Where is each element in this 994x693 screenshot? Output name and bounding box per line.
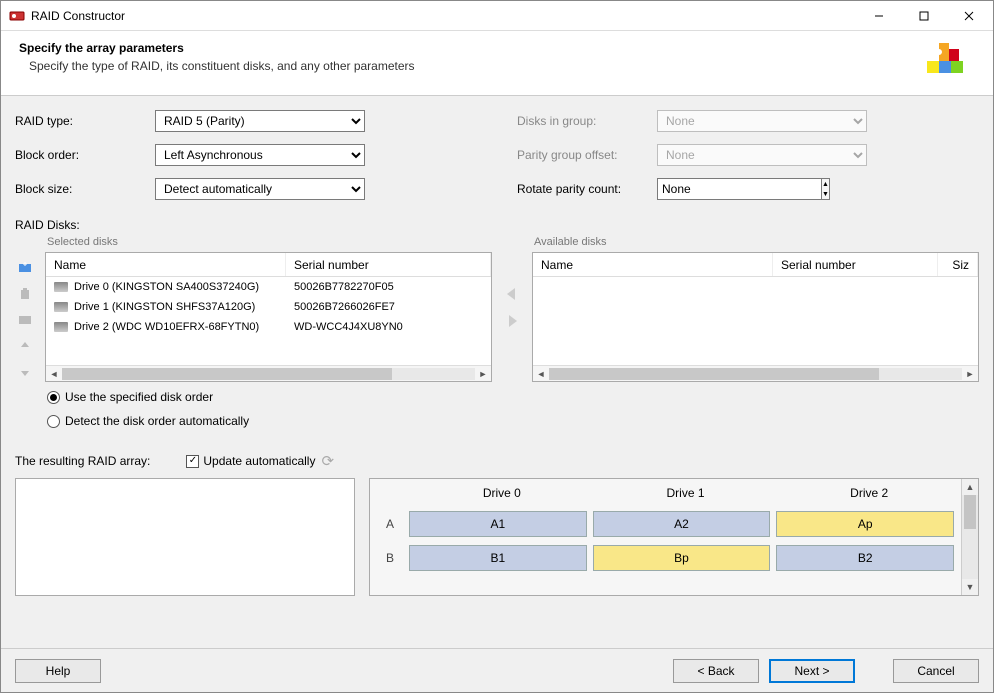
selected-disk-tools	[15, 236, 37, 382]
col-serial[interactable]: Serial number	[286, 253, 491, 276]
drive-name: Drive 0 (KINGSTON SA400S37240G)	[74, 281, 259, 293]
spinner-down-icon[interactable]: ▼	[822, 189, 829, 199]
scroll-left-icon[interactable]: ◄	[533, 369, 549, 379]
page-description: Specify the type of RAID, its constituen…	[19, 59, 921, 73]
puzzle-icon	[921, 41, 969, 81]
layout-row-label: B	[374, 551, 406, 565]
disks-in-group-select: None	[657, 110, 867, 132]
selected-disks-caption: Selected disks	[45, 236, 492, 248]
parity-block: Ap	[776, 511, 954, 537]
disk-file-icon[interactable]	[15, 310, 35, 330]
move-left-icon[interactable]	[503, 286, 521, 305]
available-hscroll[interactable]: ◄ ►	[533, 365, 978, 381]
scroll-up-icon[interactable]: ▲	[962, 479, 978, 495]
move-down-icon[interactable]	[15, 362, 35, 382]
drive-icon	[54, 302, 68, 312]
rotate-parity-label: Rotate parity count:	[517, 182, 657, 196]
col-name[interactable]: Name	[533, 253, 773, 276]
scroll-right-icon[interactable]: ►	[962, 369, 978, 379]
drive-serial: 50026B7266026FE7	[286, 301, 491, 313]
refresh-icon[interactable]: ⟳	[321, 452, 334, 470]
col-serial[interactable]: Serial number	[773, 253, 938, 276]
wizard-header: Specify the array parameters Specify the…	[1, 31, 993, 96]
next-button[interactable]: Next >	[769, 659, 855, 683]
resulting-array-label: The resulting RAID array:	[15, 454, 150, 468]
close-button[interactable]	[946, 2, 991, 30]
page-title: Specify the array parameters	[19, 41, 921, 55]
back-button[interactable]: < Back	[673, 659, 759, 683]
table-row[interactable]: Drive 1 (KINGSTON SHFS37A120G) 50026B7266…	[46, 297, 491, 317]
wizard-footer: Help < Back Next > Cancel	[1, 648, 993, 692]
available-disks-grid[interactable]: Name Serial number Siz ◄ ►	[532, 252, 979, 382]
window: RAID Constructor Specify the array param…	[0, 0, 994, 693]
rotate-parity-input[interactable]	[657, 178, 822, 200]
minimize-button[interactable]	[856, 2, 901, 30]
help-button[interactable]: Help	[15, 659, 101, 683]
raid-disks-label: RAID Disks:	[15, 218, 979, 232]
data-block: A2	[593, 511, 771, 537]
layout-row: AA1A2Ap	[370, 507, 961, 541]
drive-serial: WD-WCC4J4XU8YN0	[286, 321, 491, 333]
window-controls	[856, 2, 991, 30]
parity-block: Bp	[593, 545, 771, 571]
table-row[interactable]: Drive 0 (KINGSTON SA400S37240G) 50026B778…	[46, 277, 491, 297]
titlebar: RAID Constructor	[1, 1, 993, 31]
layout-diagram: Drive 0Drive 1Drive 2 AA1A2ApBB1BpB2 ▲ ▼	[369, 478, 979, 596]
col-name[interactable]: Name	[46, 253, 286, 276]
layout-vscroll[interactable]: ▲ ▼	[961, 479, 978, 595]
scroll-left-icon[interactable]: ◄	[46, 369, 62, 379]
layout-col-header: Drive 2	[777, 486, 961, 500]
layout-col-header: Drive 1	[594, 486, 778, 500]
maximize-button[interactable]	[901, 2, 946, 30]
block-size-label: Block size:	[15, 182, 155, 196]
order-specified-label: Use the specified disk order	[65, 390, 213, 404]
disks-in-group-label: Disks in group:	[517, 114, 657, 128]
spinner-up-icon[interactable]: ▲	[822, 179, 829, 189]
drive-icon	[54, 322, 68, 332]
block-order-label: Block order:	[15, 148, 155, 162]
radio-icon	[47, 415, 60, 428]
app-icon	[9, 8, 25, 24]
rotate-parity-spinner[interactable]: ▲ ▼	[657, 178, 817, 200]
table-row[interactable]: Drive 2 (WDC WD10EFRX-68FYTN0) WD-WCC4J4X…	[46, 317, 491, 337]
layout-row-label: A	[374, 517, 406, 531]
order-specified-radio[interactable]: Use the specified disk order	[47, 390, 979, 404]
delete-disk-icon[interactable]	[15, 284, 35, 304]
layout-row: BB1BpB2	[370, 541, 961, 575]
scroll-right-icon[interactable]: ►	[475, 369, 491, 379]
update-auto-checkbox[interactable]	[186, 455, 199, 468]
drive-name: Drive 1 (KINGSTON SHFS37A120G)	[74, 301, 255, 313]
raid-type-label: RAID type:	[15, 114, 155, 128]
drive-name: Drive 2 (WDC WD10EFRX-68FYTN0)	[74, 321, 259, 333]
move-up-icon[interactable]	[15, 336, 35, 356]
radio-icon	[47, 391, 60, 404]
block-size-select[interactable]: Detect automatically	[155, 178, 365, 200]
add-disk-icon[interactable]	[15, 258, 35, 278]
scroll-down-icon[interactable]: ▼	[962, 579, 978, 595]
update-auto-label: Update automatically	[203, 454, 315, 468]
move-right-icon[interactable]	[503, 313, 521, 332]
parity-offset-select: None	[657, 144, 867, 166]
content-area: RAID type: RAID 5 (Parity) Block order: …	[1, 96, 993, 648]
drive-icon	[54, 282, 68, 292]
selected-disks-grid[interactable]: Name Serial number Drive 0 (KINGSTON SA4…	[45, 252, 492, 382]
order-auto-label: Detect the disk order automatically	[65, 414, 249, 428]
col-size[interactable]: Siz	[938, 253, 978, 276]
selected-hscroll[interactable]: ◄ ►	[46, 365, 491, 381]
raid-type-select[interactable]: RAID 5 (Parity)	[155, 110, 365, 132]
parity-offset-label: Parity group offset:	[517, 148, 657, 162]
layout-col-header: Drive 0	[410, 486, 594, 500]
data-block: A1	[409, 511, 587, 537]
order-auto-radio[interactable]: Detect the disk order automatically	[47, 414, 979, 428]
drive-serial: 50026B7782270F05	[286, 281, 491, 293]
available-disks-caption: Available disks	[532, 236, 979, 248]
block-order-select[interactable]: Left Asynchronous	[155, 144, 365, 166]
cancel-button[interactable]: Cancel	[893, 659, 979, 683]
data-block: B2	[776, 545, 954, 571]
data-block: B1	[409, 545, 587, 571]
window-title: RAID Constructor	[31, 9, 856, 23]
resulting-array-box	[15, 478, 355, 596]
